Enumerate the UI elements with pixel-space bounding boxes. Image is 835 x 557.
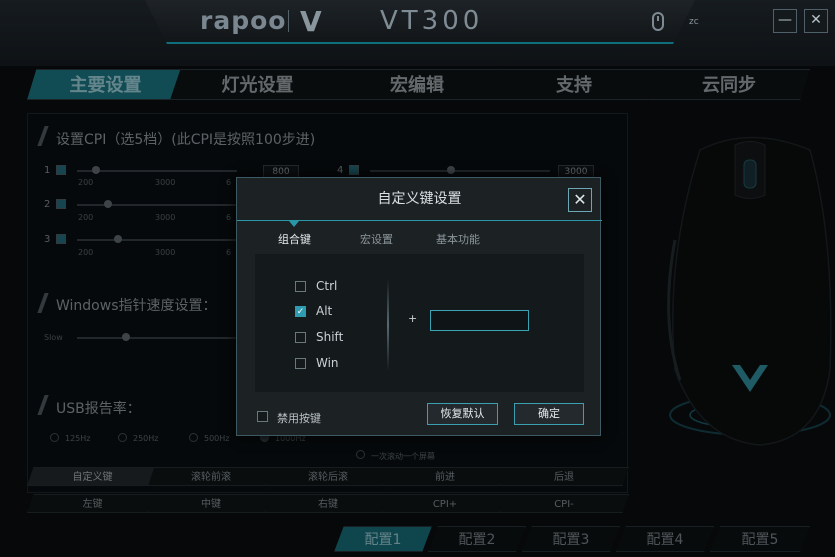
shift-label: Shift (316, 330, 344, 344)
ctrl-checkbox[interactable] (295, 281, 306, 292)
tab-combo-key[interactable]: 组合键 (278, 231, 311, 247)
active-tab-indicator (289, 221, 299, 227)
alt-checkbox[interactable]: ✓ (295, 306, 306, 317)
ctrl-label: Ctrl (316, 279, 338, 293)
mouse-icon (652, 12, 664, 31)
separator (387, 279, 389, 371)
logo-divider (288, 10, 289, 32)
disable-key-label: 禁用按键 (277, 412, 321, 425)
brand-logo: rapoo (200, 6, 287, 35)
tab-basic-functions[interactable]: 基本功能 (436, 231, 480, 247)
custom-key-dialog: 自定义键设置 ✕ 组合键 宏设置 基本功能 Ctrl ✓ Alt Shift W… (236, 177, 602, 436)
ok-button[interactable]: 确定 (514, 403, 584, 425)
disable-key-checkbox[interactable] (257, 411, 268, 422)
shift-checkbox[interactable] (295, 332, 306, 343)
key-input[interactable] (430, 310, 529, 331)
plus-sign: + (408, 312, 418, 325)
dialog-title: 自定义键设置 (377, 191, 462, 207)
dialog-close-button[interactable]: ✕ (568, 188, 592, 212)
win-label: Win (316, 356, 339, 370)
minimize-button[interactable]: — (773, 9, 797, 33)
win-checkbox[interactable] (295, 358, 306, 369)
user-name: zc (689, 17, 699, 27)
restore-default-button[interactable]: 恢复默认 (427, 403, 498, 425)
combo-key-area: Ctrl ✓ Alt Shift Win + (255, 254, 584, 392)
close-window-button[interactable]: ✕ (804, 9, 828, 33)
brand-mark: V (300, 5, 322, 38)
alt-label: Alt (316, 304, 333, 318)
model-name: VT300 (380, 6, 484, 36)
tab-macro-settings[interactable]: 宏设置 (360, 231, 393, 247)
